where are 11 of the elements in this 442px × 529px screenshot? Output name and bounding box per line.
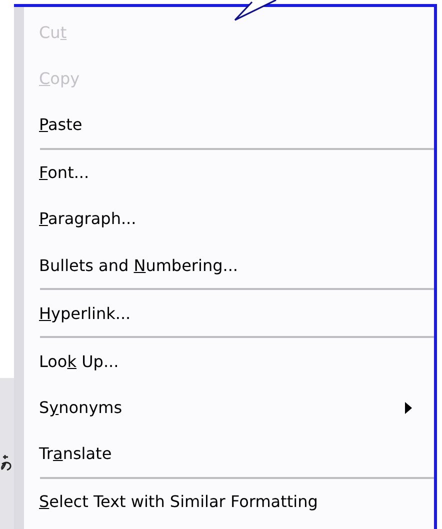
- menu-item[interactable]: Translate: [39, 444, 112, 464]
- submenu-arrow-icon: [405, 402, 412, 414]
- menu-item[interactable]: Paste: [39, 114, 82, 134]
- menu-item[interactable]: Look Up...: [39, 352, 119, 371]
- translate-icon[interactable]: [1, 455, 13, 471]
- menu-item[interactable]: Synonyms: [39, 398, 122, 418]
- menu-item[interactable]: Select Text with Similar Formatting: [39, 492, 318, 512]
- menu-item[interactable]: Bullets and Numbering...: [39, 256, 238, 275]
- menu-item[interactable]: Hyperlink...: [39, 304, 131, 323]
- menu-item[interactable]: Paragraph...: [39, 209, 136, 228]
- menu-item[interactable]: Font...: [39, 163, 90, 182]
